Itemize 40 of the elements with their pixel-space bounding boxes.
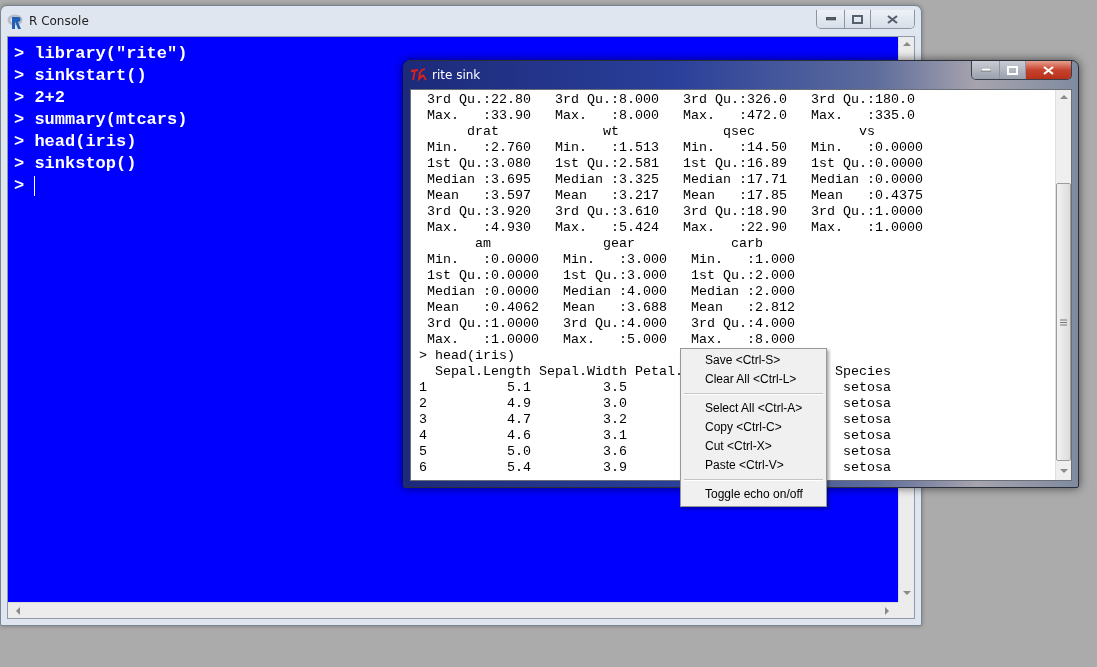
window-title: rite sink — [432, 67, 482, 82]
output-line: > head(iris) — [419, 348, 515, 364]
output-line: 3rd Qu.:22.80 3rd Qu.:8.000 3rd Qu.:326.0 3rd Qu.:180.0 — [426, 92, 915, 108]
output-line: Mean :0.4062 Mean :3.688 Mean :2.812 — [426, 300, 795, 316]
console-line: > head(iris) — [14, 131, 137, 153]
output-line: setosa — [842, 412, 891, 428]
output-line: 3 4.7 3.2 — [419, 412, 627, 428]
output-line: setosa — [842, 460, 891, 476]
output-line: am gear carb — [474, 236, 763, 252]
output-line: 4 4.6 3.1 — [419, 428, 627, 444]
console-line: > 2+2 — [14, 87, 65, 109]
output-line: setosa — [842, 428, 891, 444]
output-line: 3rd Qu.:1.0000 3rd Qu.:4.000 3rd Qu.:4.000 — [426, 316, 795, 332]
output-line: 3rd Qu.:3.920 3rd Qu.:3.610 3rd Qu.:18.90 3rd Qu.:1.0000 — [426, 204, 923, 220]
output-line: Mean :3.597 Mean :3.217 Mean :17.85 Mean :0.4375 — [426, 188, 923, 204]
output-line: Median :0.0000 Median :4.000 Median :2.000 — [426, 284, 795, 300]
output-line: 2 4.9 3.0 — [419, 396, 627, 412]
output-line: setosa — [842, 380, 891, 396]
output-line: Median :3.695 Median :3.325 Median :17.71 Median :0.0000 — [426, 172, 923, 188]
output-line: 1 5.1 3.5 — [419, 380, 627, 396]
output-line: 6 5.4 3.9 — [419, 460, 627, 476]
console-line: > summary(mtcars) — [14, 109, 188, 131]
output-line: 1st Qu.:3.080 1st Qu.:2.581 1st Qu.:16.89 1st Qu.:0.0000 — [426, 156, 923, 172]
output-line: Max. :4.930 Max. :5.424 Max. :22.90 Max. :1.0000 — [426, 220, 923, 236]
output-line: setosa — [842, 444, 891, 460]
console-line: > sinkstop() — [14, 153, 137, 175]
output-line: Min. :2.760 Min. :1.513 Min. :14.50 Min. :0.0000 — [426, 140, 923, 156]
console-line: > library("rite") — [14, 43, 188, 65]
output-line: 5 5.0 3.6 — [419, 444, 627, 460]
output-line: Sepal.Length Sepal.Width Petal. — [434, 364, 683, 380]
console-line: > sinkstart() — [14, 65, 147, 87]
output-line: Min. :0.0000 Min. :3.000 Min. :1.000 — [426, 252, 795, 268]
output-line: 1st Qu.:0.0000 1st Qu.:3.000 1st Qu.:2.000 — [426, 268, 795, 284]
output-line: setosa — [842, 396, 891, 412]
output-line: Species — [834, 364, 891, 380]
output-line: drat wt qsec vs — [466, 124, 875, 140]
console-line: > — [14, 175, 25, 197]
output-line: Max. :33.90 Max. :8.000 Max. :472.0 Max. :335.0 — [426, 108, 915, 124]
window-title: R Console — [29, 14, 90, 28]
output-line: Max. :1.0000 Max. :5.000 Max. :8.000 — [426, 332, 795, 348]
